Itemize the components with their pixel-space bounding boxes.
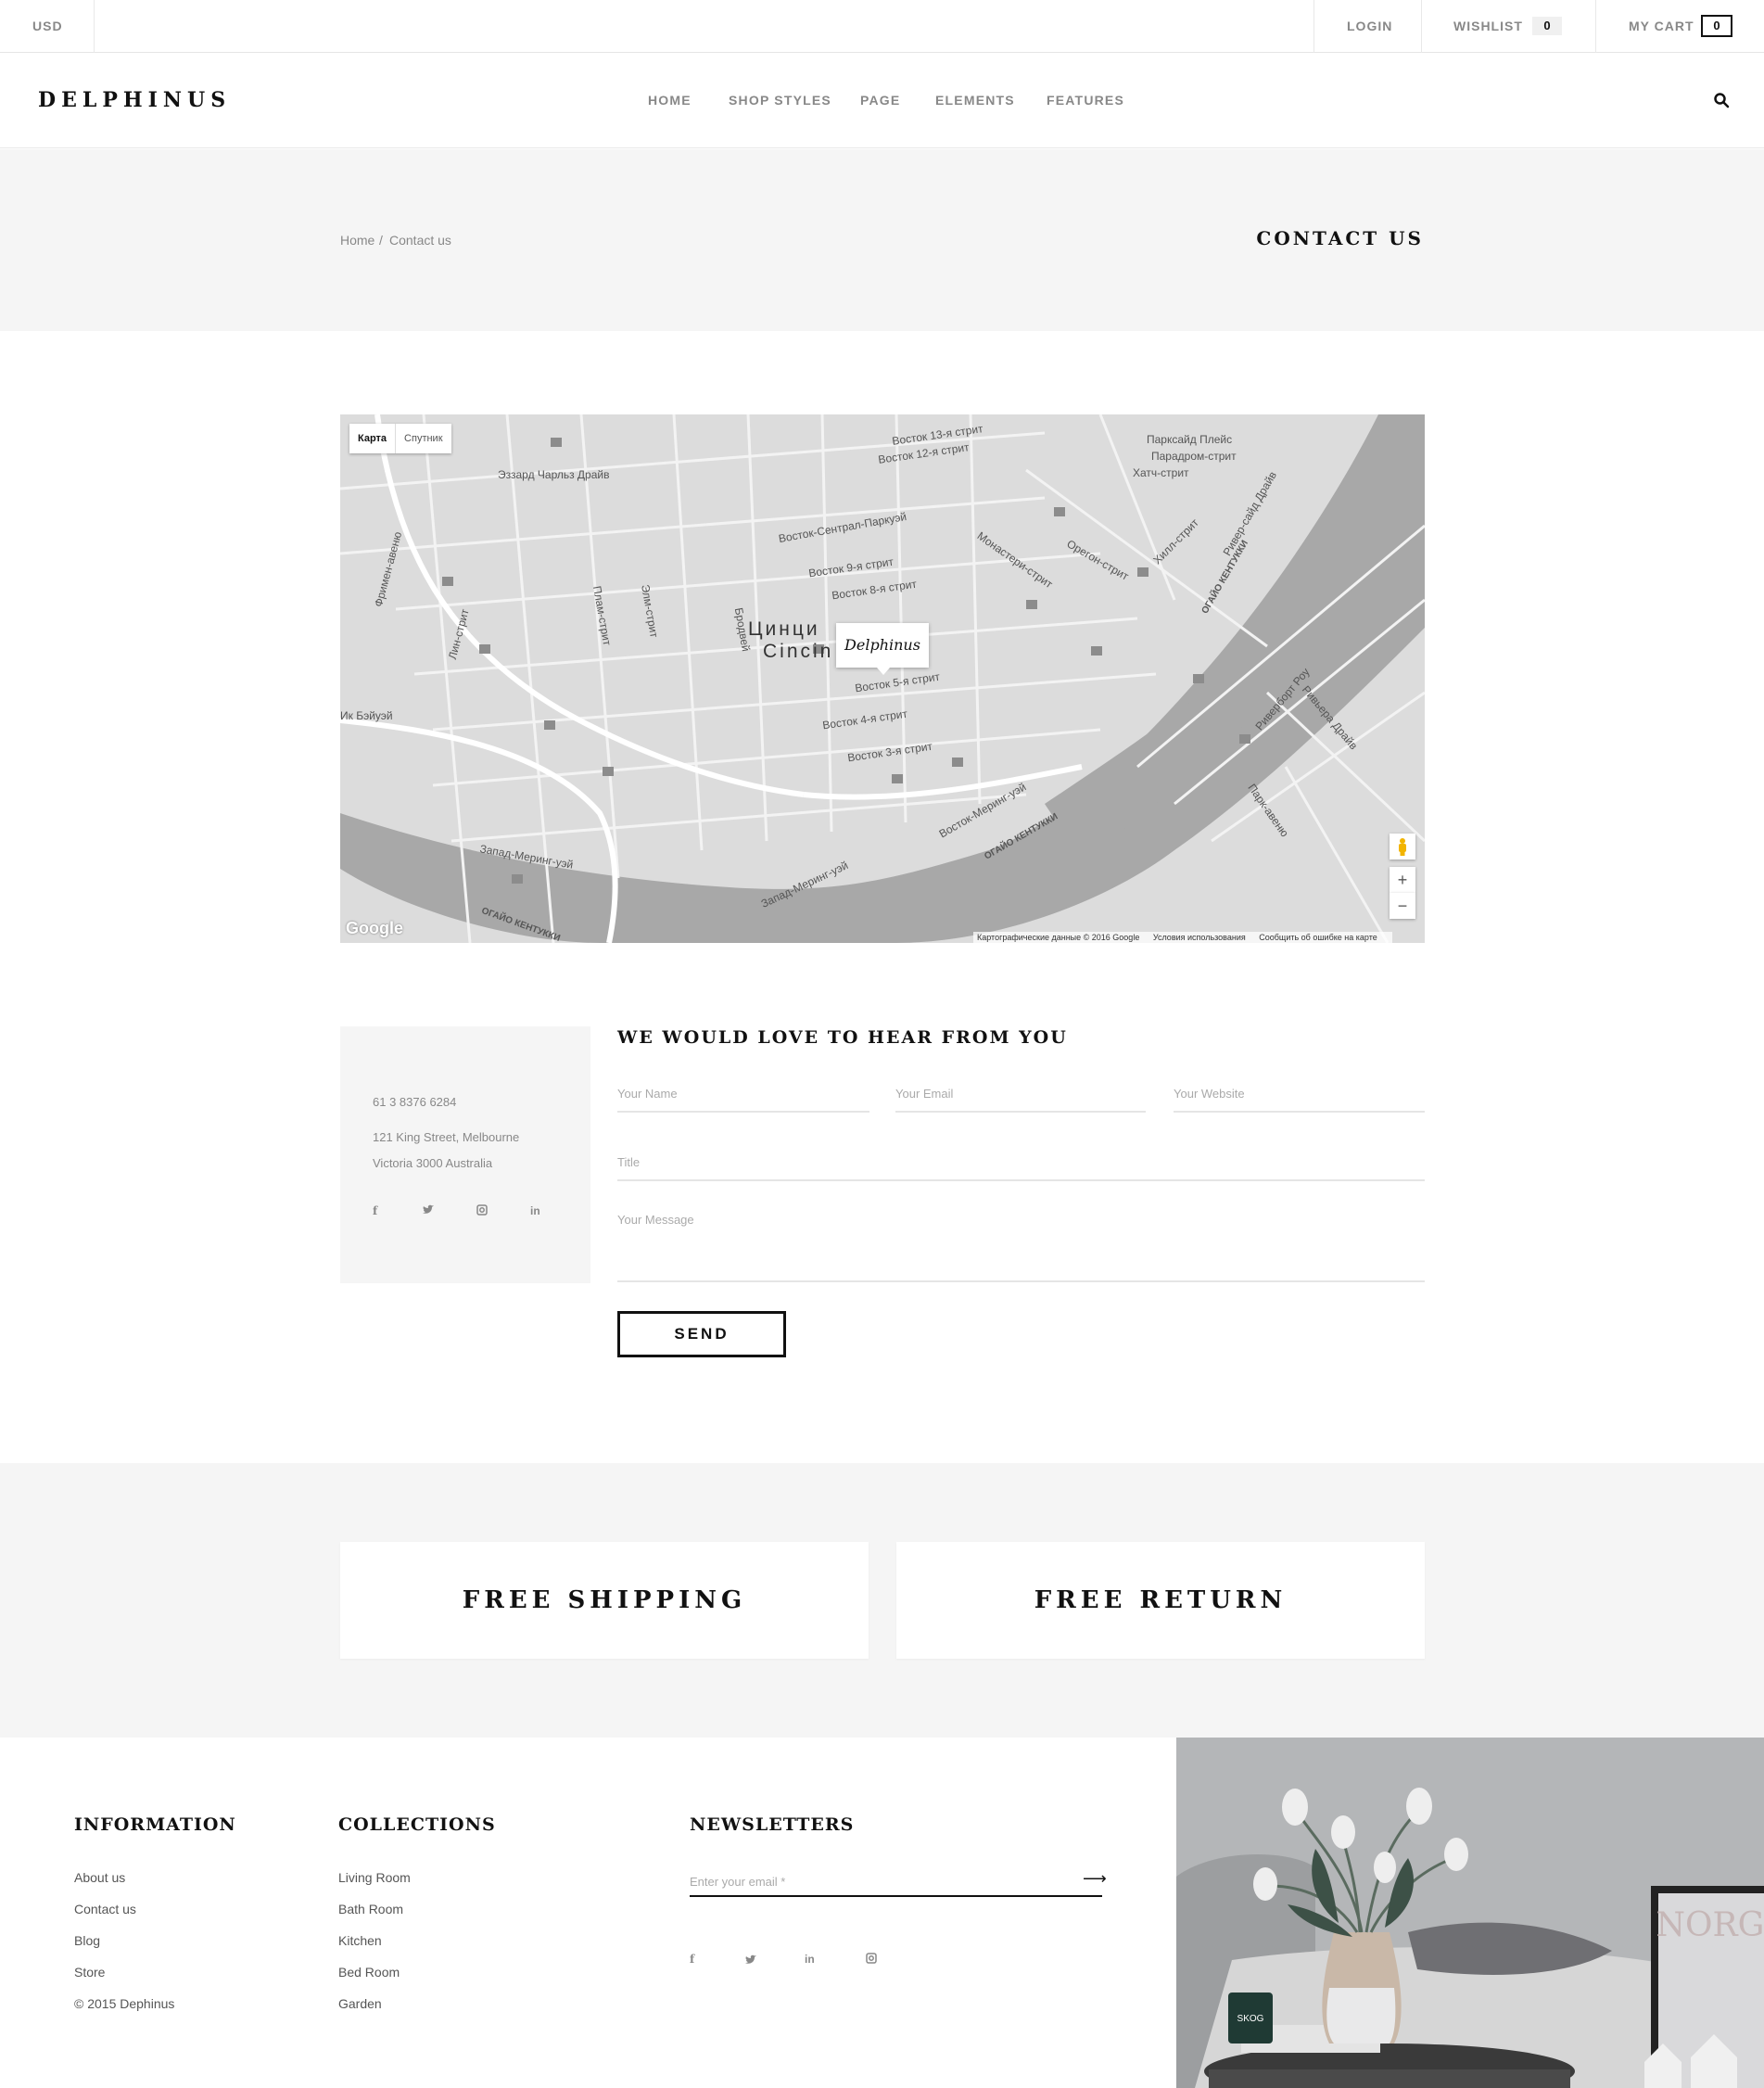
map-attribution: Картографические данные © 2016 Google Ус… — [973, 932, 1392, 943]
linkedin-icon[interactable]: in — [530, 1204, 540, 1217]
linkedin-icon[interactable]: in — [805, 1953, 815, 1966]
email-field[interactable] — [895, 1076, 1146, 1113]
map-street-label: Хатч-стрит — [1133, 466, 1189, 479]
login-link[interactable]: LOGIN — [1347, 0, 1392, 53]
send-button[interactable]: SEND — [617, 1311, 786, 1357]
google-logo: Google — [346, 919, 403, 937]
map-marker-popup[interactable]: Delphinus — [836, 623, 929, 675]
nav-page[interactable]: PAGE — [860, 53, 900, 148]
breadcrumb-separator: / — [379, 233, 383, 248]
footer-information-heading: INFORMATION — [74, 1814, 236, 1835]
instagram-icon[interactable] — [476, 1204, 488, 1218]
website-field[interactable] — [1174, 1076, 1425, 1113]
footer-link-about[interactable]: About us — [74, 1870, 125, 1885]
map-city-label-en: Cincin — [763, 641, 834, 662]
breadcrumb-home[interactable]: Home — [340, 233, 374, 248]
map-data-credit: Картографические данные © 2016 Google — [977, 933, 1140, 942]
newsletter-email-input[interactable] — [690, 1867, 1102, 1897]
arrow-right-icon[interactable]: ⟶ — [1083, 1869, 1107, 1889]
footer-link-living-room[interactable]: Living Room — [338, 1870, 411, 1885]
nav-shop-styles[interactable]: SHOP STYLES — [729, 53, 831, 148]
divider — [1595, 0, 1596, 53]
divider — [94, 0, 95, 53]
instagram-icon[interactable] — [866, 1953, 877, 1967]
footer-link-contact[interactable]: Contact us — [74, 1902, 136, 1916]
zoom-out-button[interactable]: − — [1390, 893, 1415, 919]
footer-link-kitchen[interactable]: Kitchen — [338, 1933, 382, 1948]
main-header: DELPHINUS HOME SHOP STYLES PAGE ELEMENTS… — [0, 53, 1764, 148]
interior-illustration: NORG SKOG — [1176, 1738, 1764, 2088]
page-title: CONTACT US — [1256, 227, 1424, 249]
free-return-card: FREE RETURN — [896, 1542, 1425, 1659]
map-report-link[interactable]: Сообщить об ошибке на карте — [1259, 933, 1377, 942]
map-street-label: Парксайд Плейс — [1147, 433, 1233, 446]
title-field[interactable] — [617, 1144, 1425, 1181]
map-street-label: Ик Бэйуэй — [340, 709, 393, 722]
breadcrumb-current: Contact us — [389, 233, 451, 248]
nav-features[interactable]: FEATURES — [1047, 53, 1124, 148]
nav-home[interactable]: HOME — [648, 53, 692, 148]
footer-link-store[interactable]: Store — [74, 1965, 105, 1980]
name-field[interactable] — [617, 1076, 869, 1113]
currency-selector[interactable]: USD — [32, 0, 63, 53]
facebook-icon[interactable]: f — [690, 1953, 694, 1966]
contact-info-box: 61 3 8376 6284 121 King Street, Melbourn… — [340, 1026, 590, 1283]
poster-text: NORG — [1656, 1906, 1764, 1944]
divider — [1313, 0, 1314, 53]
map-street-label: Парадром-стрит — [1151, 450, 1237, 463]
map-terms-link[interactable]: Условия использования — [1153, 933, 1246, 942]
wishlist-link[interactable]: WISHLIST — [1453, 0, 1523, 53]
page-title-band: Home / Contact us CONTACT US — [0, 149, 1764, 331]
cart-count-badge[interactable]: 0 — [1701, 15, 1732, 37]
footer-newsletters-heading: NEWSLETTERS — [690, 1814, 855, 1835]
cart-link[interactable]: MY CART — [1629, 0, 1694, 53]
google-map[interactable]: Карта Спутник Эззард Чарльз Драйв Восток… — [340, 414, 1425, 943]
contact-address-line1: 121 King Street, Melbourne — [373, 1130, 520, 1144]
contact-address-line2: Victoria 3000 Australia — [373, 1156, 493, 1170]
zoom-in-button[interactable]: + — [1390, 867, 1415, 893]
message-field[interactable] — [617, 1200, 1425, 1282]
facebook-icon[interactable]: f — [373, 1204, 377, 1217]
site-logo[interactable]: DELPHINUS — [38, 53, 231, 148]
top-bar: USD LOGIN WISHLIST 0 MY CART 0 — [0, 0, 1764, 53]
contact-phone: 61 3 8376 6284 — [373, 1095, 457, 1109]
wishlist-count-badge: 0 — [1532, 17, 1562, 35]
footer-interior-photo: NORG SKOG — [1176, 1738, 1764, 2088]
footer-link-garden[interactable]: Garden — [338, 1996, 382, 2011]
twitter-icon[interactable] — [745, 1954, 757, 1968]
features-band: FREE SHIPPING FREE RETURN — [0, 1463, 1764, 1738]
street-view-icon[interactable] — [1390, 834, 1415, 859]
divider — [1421, 0, 1422, 53]
map-type-satellite[interactable]: Спутник — [396, 424, 451, 453]
map-type-map[interactable]: Карта — [349, 424, 397, 453]
footer-copyright: © 2015 Dephinus — [74, 1996, 175, 2011]
free-shipping-card: FREE SHIPPING — [340, 1542, 869, 1659]
footer-collections-heading: COLLECTIONS — [338, 1814, 496, 1835]
footer-link-bed-room[interactable]: Bed Room — [338, 1965, 400, 1980]
nav-elements[interactable]: ELEMENTS — [935, 53, 1015, 148]
map-city-label-ru: Цинци — [748, 618, 820, 640]
twitter-icon[interactable] — [423, 1204, 435, 1218]
map-street-label: Эззард Чарльз Драйв — [498, 468, 610, 481]
map-type-control[interactable]: Карта Спутник — [349, 424, 451, 453]
contact-form-title: WE WOULD LOVE TO HEAR FROM YOU — [617, 1027, 1068, 1048]
footer-link-bath-room[interactable]: Bath Room — [338, 1902, 403, 1916]
candle-label-text: SKOG — [1237, 2014, 1264, 2024]
footer-link-blog[interactable]: Blog — [74, 1933, 100, 1948]
search-icon[interactable] — [1713, 92, 1730, 108]
